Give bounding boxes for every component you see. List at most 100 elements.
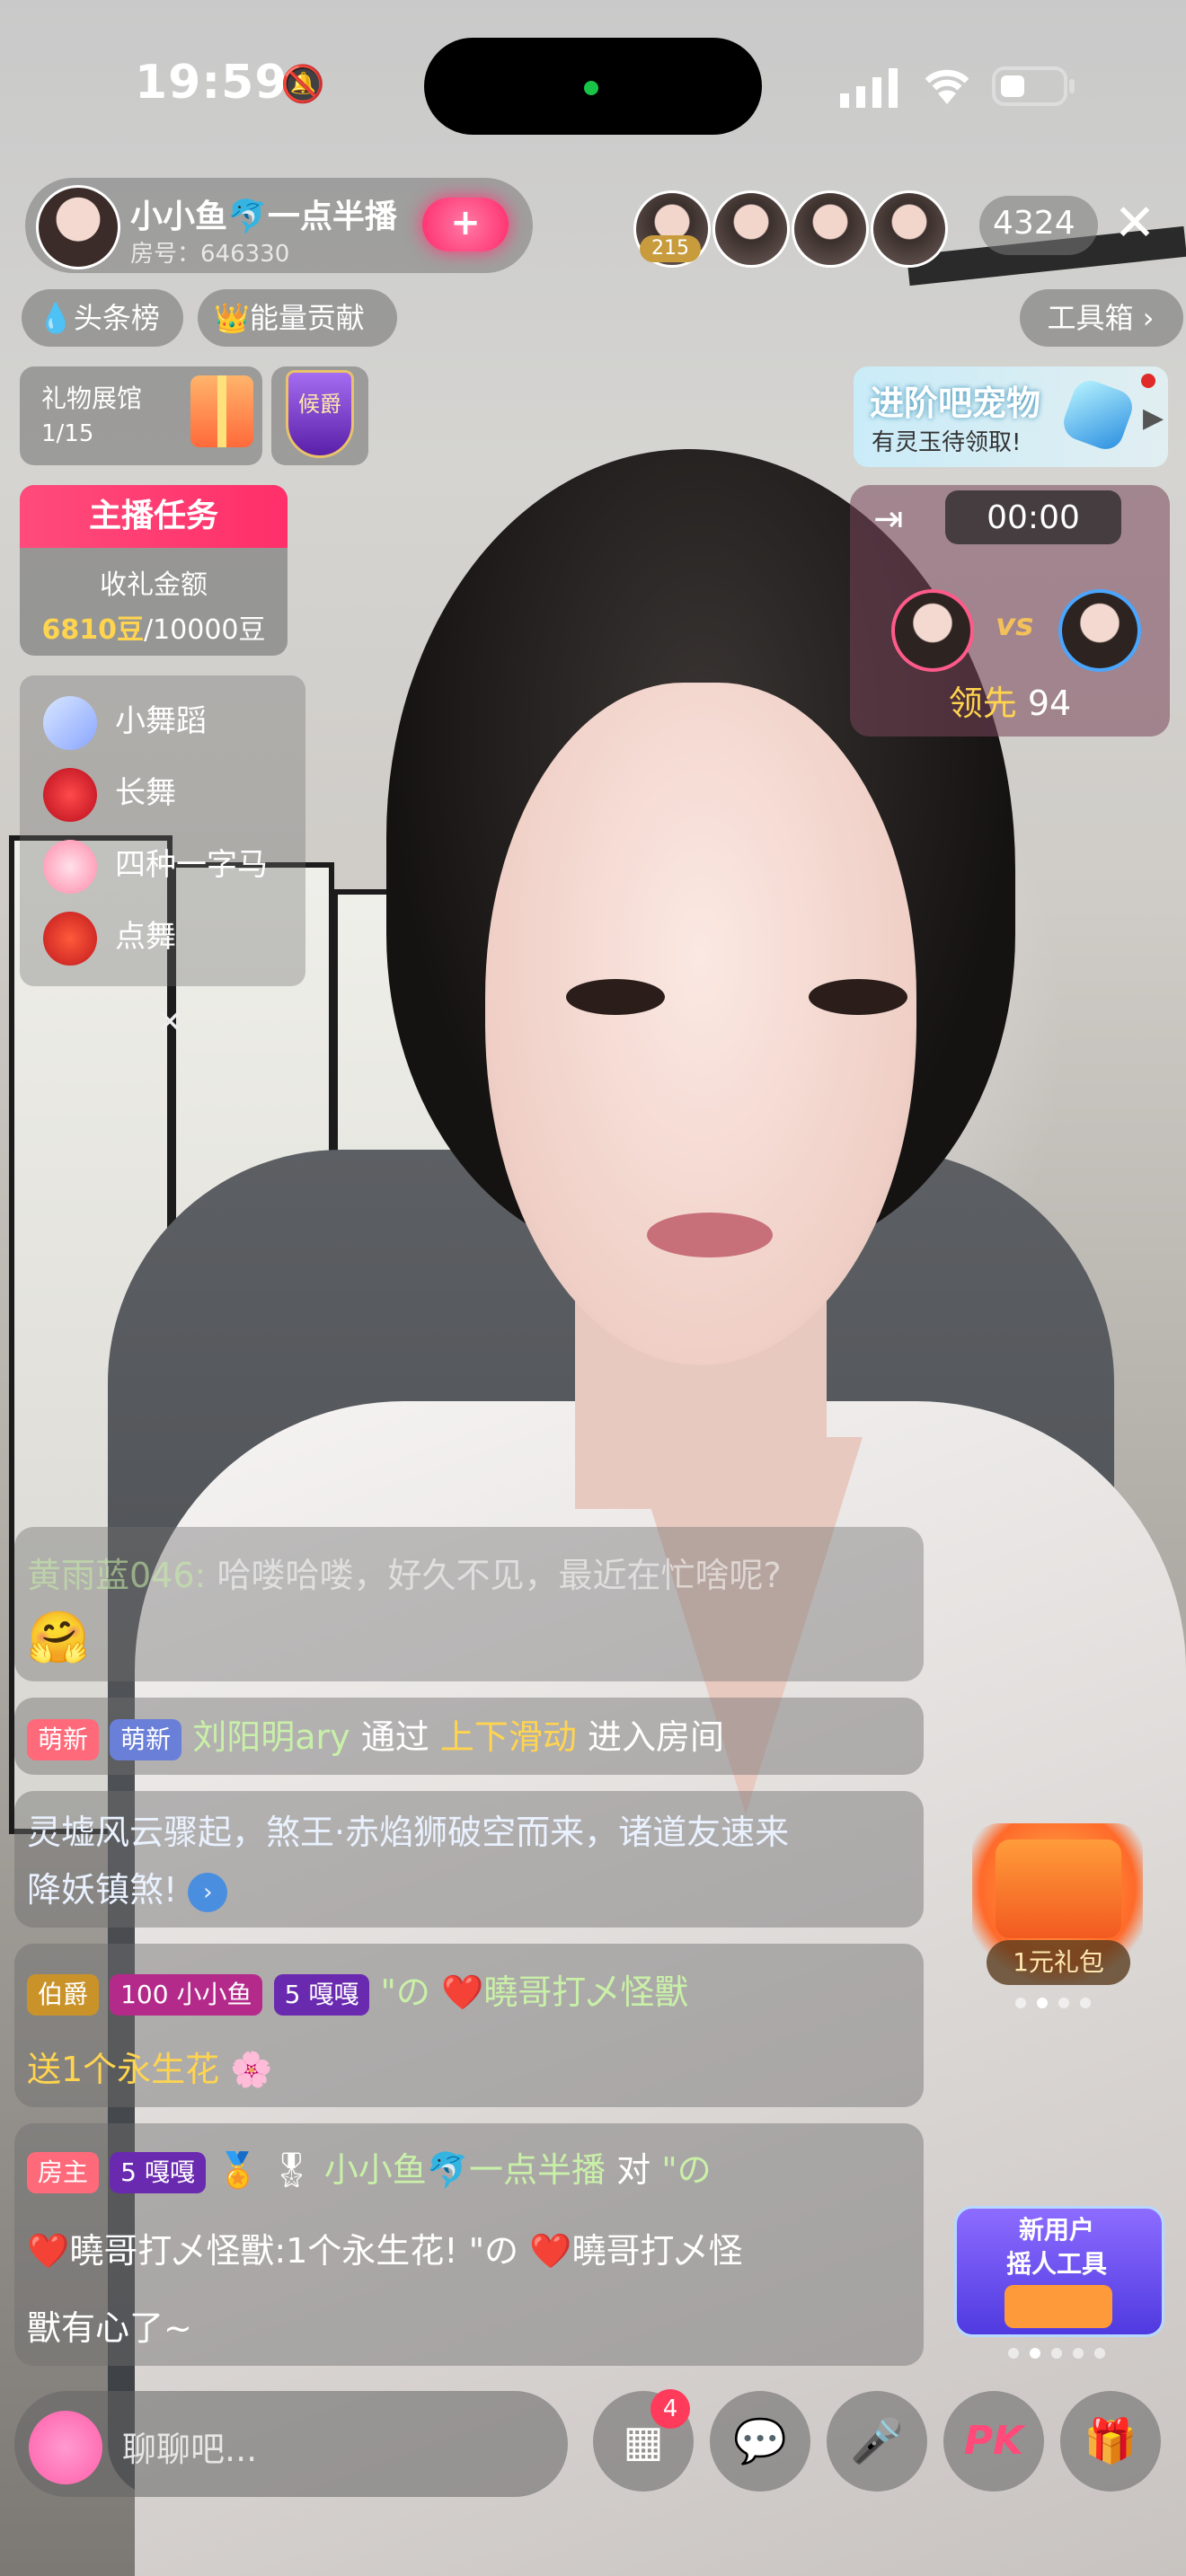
viewer-count: 4324 bbox=[993, 205, 1075, 242]
viewer-rank-badge: 215 bbox=[640, 235, 701, 262]
chat-gift-text: 送1个永生花 🌸 bbox=[27, 2041, 273, 2098]
pk-lead-label: 领先 bbox=[948, 684, 1017, 723]
fan-badge: 5 嘎嘎 bbox=[273, 1973, 370, 2016]
dance-item-label: 小舞蹈 bbox=[115, 703, 207, 739]
viewer-avatar[interactable] bbox=[712, 190, 790, 268]
dance-item[interactable]: 四种一字马 bbox=[43, 834, 268, 896]
viewer-avatar[interactable] bbox=[871, 190, 948, 268]
badge-level: 100 bbox=[120, 1979, 169, 2009]
host-name: 小小鱼🐬一点半播 bbox=[130, 198, 397, 235]
chat-user[interactable]: "の ❤️曉哥打乄怪獸 bbox=[380, 1972, 688, 2012]
chat-content: 送1个永生花 bbox=[27, 2050, 220, 2089]
dance-item[interactable]: 长舞 bbox=[43, 762, 176, 825]
pk-right-avatar[interactable] bbox=[1058, 589, 1141, 672]
host-task-label: 收礼金额 bbox=[100, 569, 208, 601]
user-avatar[interactable] bbox=[29, 2411, 102, 2484]
chat-user[interactable]: 黄雨蓝046: bbox=[27, 1556, 206, 1595]
banner-line: 新用户 bbox=[1018, 2215, 1094, 2245]
chevron-right-icon: › bbox=[1133, 301, 1155, 335]
crown-badge-icon: 🏅 bbox=[216, 2150, 260, 2190]
ice-cream-icon bbox=[43, 839, 97, 894]
chip-label: 能量贡献 bbox=[249, 301, 365, 335]
drop-icon: 💧 bbox=[38, 301, 74, 335]
task-current: 6810豆 bbox=[41, 614, 144, 646]
pk-lead: 领先 94 bbox=[850, 675, 1170, 725]
chat-user[interactable]: 刘阳明ary bbox=[192, 1717, 350, 1757]
crystal-shoe-icon bbox=[43, 695, 97, 750]
dance-item-label: 点舞 bbox=[115, 919, 176, 955]
lottery-balls-icon bbox=[1005, 2285, 1112, 2328]
message-button[interactable]: 💬 bbox=[710, 2391, 810, 2492]
pk-label: PK bbox=[963, 2418, 1024, 2464]
gift-box-icon bbox=[190, 375, 253, 447]
earl-badge: 伯爵 bbox=[27, 1973, 100, 2016]
host-task-title: 主播任务 bbox=[20, 485, 288, 548]
chip-label: 头条榜 bbox=[73, 301, 160, 335]
toolbox-chip[interactable]: 工具箱 › bbox=[1020, 289, 1183, 347]
chat-input-placeholder: 聊聊吧... bbox=[122, 2430, 258, 2469]
wifi-icon bbox=[920, 65, 974, 110]
newbie-badge: 萌新 bbox=[110, 1718, 182, 1760]
banner-line: 摇人工具 bbox=[1005, 2249, 1107, 2279]
chat-bubble-icon: 💬 bbox=[733, 2416, 787, 2466]
face bbox=[485, 683, 916, 1365]
badge-level: 5 bbox=[284, 1979, 301, 2009]
newbie-tag: 萌新 bbox=[27, 1718, 100, 1760]
apps-notification-badge: 4 bbox=[651, 2389, 690, 2429]
pager-dot bbox=[1008, 2348, 1019, 2359]
chat-message-text: 伯爵 100 小小鱼 5 嘎嘎 "の ❤️曉哥打乄怪獸 bbox=[27, 1963, 688, 2021]
follow-button[interactable]: + bbox=[422, 198, 509, 251]
pager-dot bbox=[1037, 1998, 1048, 2008]
chevron-right-icon[interactable]: › bbox=[188, 1872, 228, 1912]
lips bbox=[647, 1213, 773, 1257]
badge-label: 嘎嘎 bbox=[144, 2157, 195, 2187]
pager-dot bbox=[1073, 2348, 1084, 2359]
chat-content: 哈喽哈喽，好久不见，最近在忙啥呢? bbox=[217, 1556, 782, 1595]
chat-content: 进入房间 bbox=[587, 1717, 724, 1757]
dance-item[interactable]: 小舞蹈 bbox=[43, 690, 207, 753]
host-tag: 房主 bbox=[27, 2151, 100, 2193]
pager-dot bbox=[1058, 1998, 1069, 2008]
gift-box-icon bbox=[996, 1839, 1121, 1938]
signal-icon bbox=[840, 68, 899, 111]
close-icon[interactable]: ✕ bbox=[1105, 196, 1164, 255]
room-number: 房号：646330 bbox=[130, 241, 290, 268]
fan-badge: 100 小小鱼 bbox=[110, 1973, 263, 2016]
pk-timer: 00:00 bbox=[987, 499, 1080, 536]
marquis-badge-icon: 候爵 bbox=[286, 370, 354, 458]
host-task-progress: 6810豆/10000豆 bbox=[20, 607, 288, 647]
energy-contribution-chip[interactable]: 👑能量贡献 bbox=[198, 289, 397, 347]
chip-label: 工具箱 bbox=[1047, 301, 1134, 335]
chat-content: ❤️曉哥打乄怪獸:1个永生花! "の ❤️曉哥打乄怪 bbox=[27, 2231, 743, 2271]
viewer-avatar[interactable] bbox=[792, 190, 869, 268]
pager-dot bbox=[1094, 2348, 1105, 2359]
pager-dot bbox=[1080, 1998, 1091, 2008]
dance-item[interactable]: 点舞 bbox=[43, 905, 176, 968]
exit-icon[interactable]: ⇥ bbox=[873, 499, 913, 539]
sing-button[interactable]: 🎤 bbox=[827, 2391, 927, 2492]
dance-item-label: 长舞 bbox=[115, 775, 176, 811]
dance-item-label: 四种一字马 bbox=[115, 847, 268, 883]
red-packet-label: 1元礼包 bbox=[987, 1940, 1130, 1985]
host-avatar[interactable] bbox=[36, 185, 120, 269]
status-time: 19:59 bbox=[135, 56, 288, 110]
pk-left-avatar[interactable] bbox=[891, 589, 974, 672]
red-lips-icon bbox=[43, 767, 97, 822]
chat-target-user[interactable]: "の bbox=[661, 2150, 711, 2190]
chat-message-text: 黄雨蓝046: 哈喽哈喽，好久不见，最近在忙啥呢? bbox=[27, 1547, 782, 1604]
close-icon[interactable]: ✕ bbox=[156, 1004, 183, 1041]
headline-rank-chip[interactable]: 💧头条榜 bbox=[22, 289, 183, 347]
emoji-icon: 🤗 bbox=[27, 1609, 90, 1667]
gift-button[interactable]: 🎁 bbox=[1060, 2391, 1161, 2492]
dynamic-island bbox=[424, 38, 762, 135]
notification-dot bbox=[1141, 374, 1155, 388]
gift-hall-title: 礼物展馆 bbox=[41, 384, 143, 413]
chat-content: 上下滑动 bbox=[439, 1717, 577, 1757]
task-target: /10000豆 bbox=[143, 614, 266, 646]
play-arrow-icon: ▶ bbox=[1143, 402, 1164, 434]
announcement-text: 降妖镇煞! bbox=[27, 1870, 178, 1910]
pk-button[interactable]: PK bbox=[943, 2391, 1044, 2492]
pk-vs-label: vs bbox=[996, 607, 1034, 643]
chat-user[interactable]: 小小鱼🐬一点半播 bbox=[324, 2150, 606, 2190]
microphone-icon: 🎤 bbox=[850, 2416, 904, 2466]
